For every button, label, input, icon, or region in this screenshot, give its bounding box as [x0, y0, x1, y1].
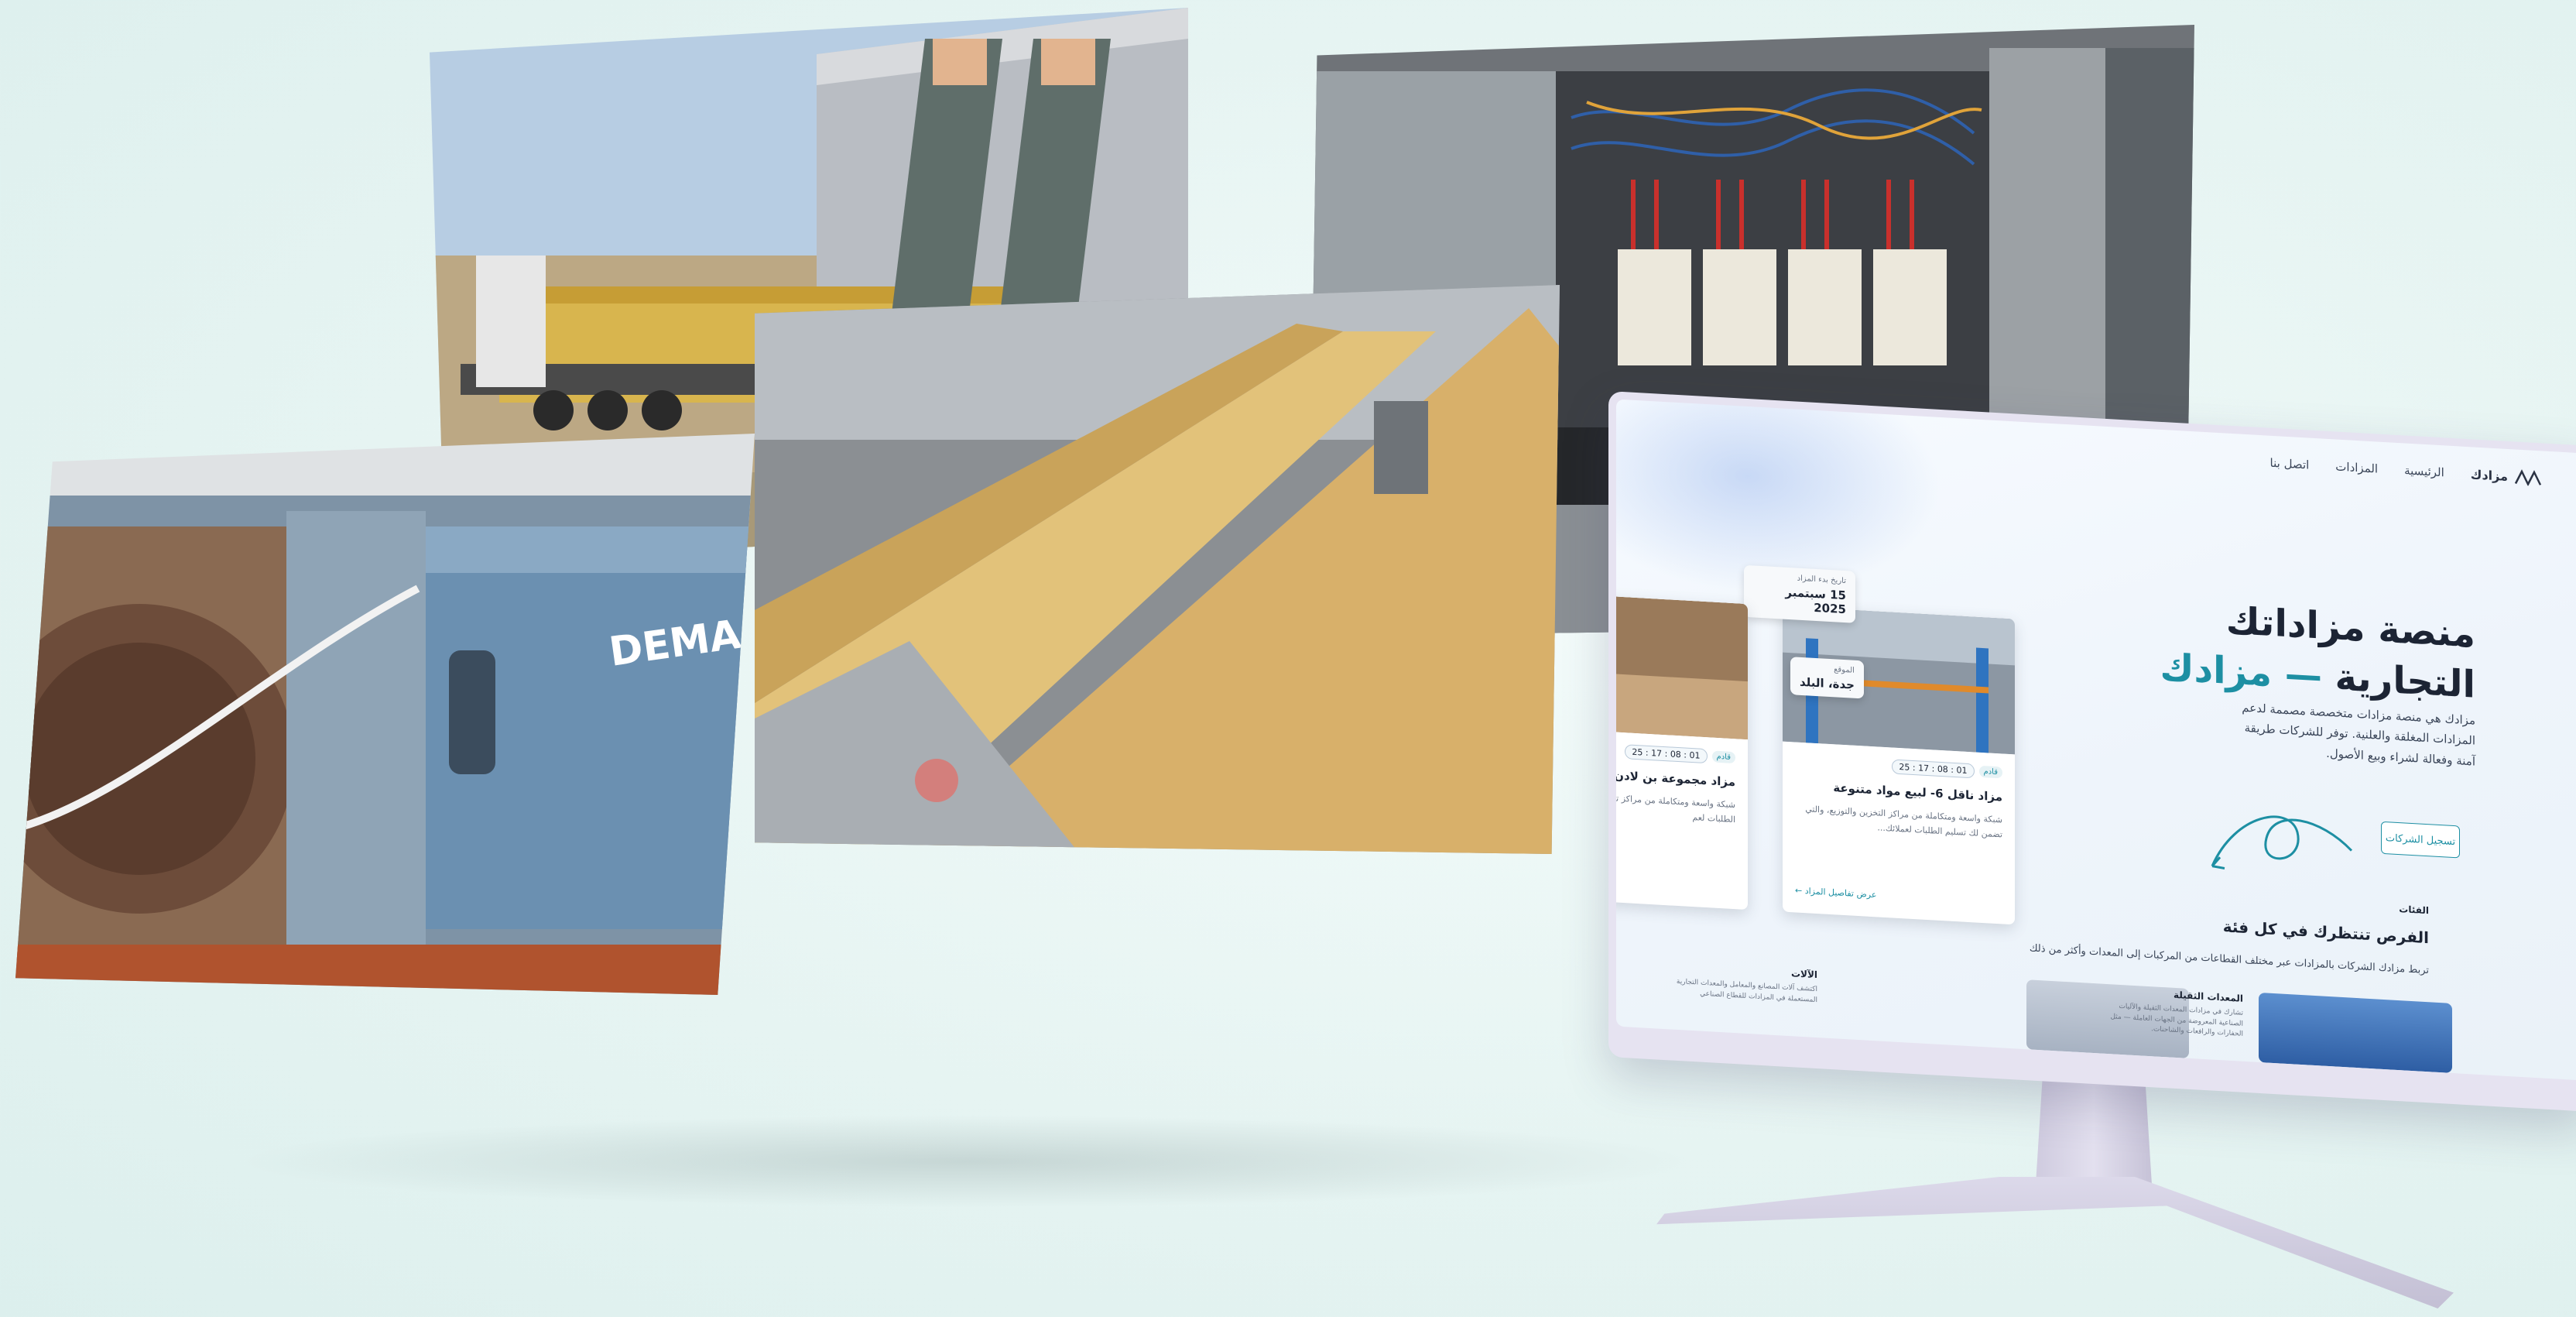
monitor-base — [1656, 1177, 2454, 1308]
auction-image — [1616, 589, 1748, 740]
nav-contact[interactable]: اتصل بنا — [2270, 456, 2310, 472]
start-date-value: 15 سبتمبر 2025 — [1785, 585, 1846, 617]
logo-text: مزادك — [2470, 466, 2508, 484]
hero-title-line2-prefix: التجارية — [2334, 655, 2475, 707]
monitor-bezel: مزادك الرئيسية المزادات اتصل بنا منصة مز… — [1608, 391, 2576, 1113]
timer-value: 01 : 08 : 17 : 25 — [1625, 744, 1708, 764]
auction-card[interactable]: قادم 01 : 08 : 17 : 25 مزاد مجموعة بن لا… — [1616, 589, 1748, 911]
category-heavy-equipment[interactable] — [2259, 992, 2452, 1073]
auction-details-link[interactable]: عرض تفاصيل المزاد ← — [1795, 885, 1876, 900]
status-badge: قادم — [1978, 765, 2002, 779]
categories-title: الفرص تنتظرك في كل فئة — [2222, 917, 2429, 948]
auction-description: شبكة واسعة ومتكاملة من مراكز تضمن لك تسل… — [1616, 791, 1735, 825]
company-signup-button[interactable]: تسجيل الشركات — [2381, 821, 2460, 859]
logo-icon — [2514, 469, 2542, 487]
site-logo[interactable]: مزادك — [2470, 465, 2545, 487]
website-screen: مزادك الرئيسية المزادات اتصل بنا منصة مز… — [1616, 399, 2576, 1082]
location-label: الموقع — [1834, 665, 1855, 675]
status-badge: قادم — [1711, 750, 1735, 764]
auction-description: شبكة واسعة ومتكاملة من مراكز التخزين وال… — [1805, 804, 2002, 840]
nav-auctions[interactable]: المزادات — [2335, 460, 2378, 476]
monitor: مزادك الرئيسية المزادات اتصل بنا منصة مز… — [1608, 391, 2576, 1113]
location-value: جدة، البلد — [1800, 674, 1855, 692]
location-badge: الموقع جدة، البلد — [1790, 657, 1864, 699]
categories-description: تربط مزادك الشركات بالمزادات عبر مختلف ا… — [2029, 942, 2429, 977]
auction-title: مزاد ناقل 6- لبيع مواد متنوعة — [1833, 780, 2002, 804]
start-date-label: تاريخ بدء المزاد — [1797, 574, 1846, 586]
category-label: الآلات — [1790, 968, 1817, 981]
start-date-badge: تاريخ بدء المزاد 15 سبتمبر 2025 — [1744, 564, 1855, 623]
auction-title: مزاد مجموعة بن لادن ا — [1616, 767, 1735, 790]
floor-shadow — [232, 1115, 1703, 1208]
category-sub: اكتشف آلات المصانع والمعامل والمعدات الت… — [1676, 977, 1817, 1004]
timer-value: 01 : 08 : 17 : 25 — [1892, 759, 1975, 779]
auction-card[interactable]: الموقع جدة، البلد قادم 01 : 08 : 17 : 25… — [1783, 605, 2015, 925]
categories-kicker: الفئات — [2399, 904, 2429, 917]
hero-title-accent: — مزادك — [2160, 645, 2322, 698]
countdown-timer: قادم 01 : 08 : 17 : 25 — [1625, 744, 1735, 765]
top-nav: مزادك الرئيسية المزادات اتصل بنا — [2270, 451, 2545, 490]
hero-description: مزادك هي منصة مزادات متخصصة مصممة لدعم ا… — [2242, 700, 2475, 769]
photo-demag-hoist: DEMAG — [15, 434, 755, 995]
countdown-timer: قادم 01 : 08 : 17 : 25 — [1892, 759, 2002, 780]
nav-home[interactable]: الرئيسية — [2404, 463, 2444, 479]
photo-crane-beam — [755, 285, 1560, 854]
decorative-swirl-arrow — [2211, 815, 2353, 869]
hero-title: منصة مزاداتك التجارية — مزادك — [2011, 584, 2475, 710]
